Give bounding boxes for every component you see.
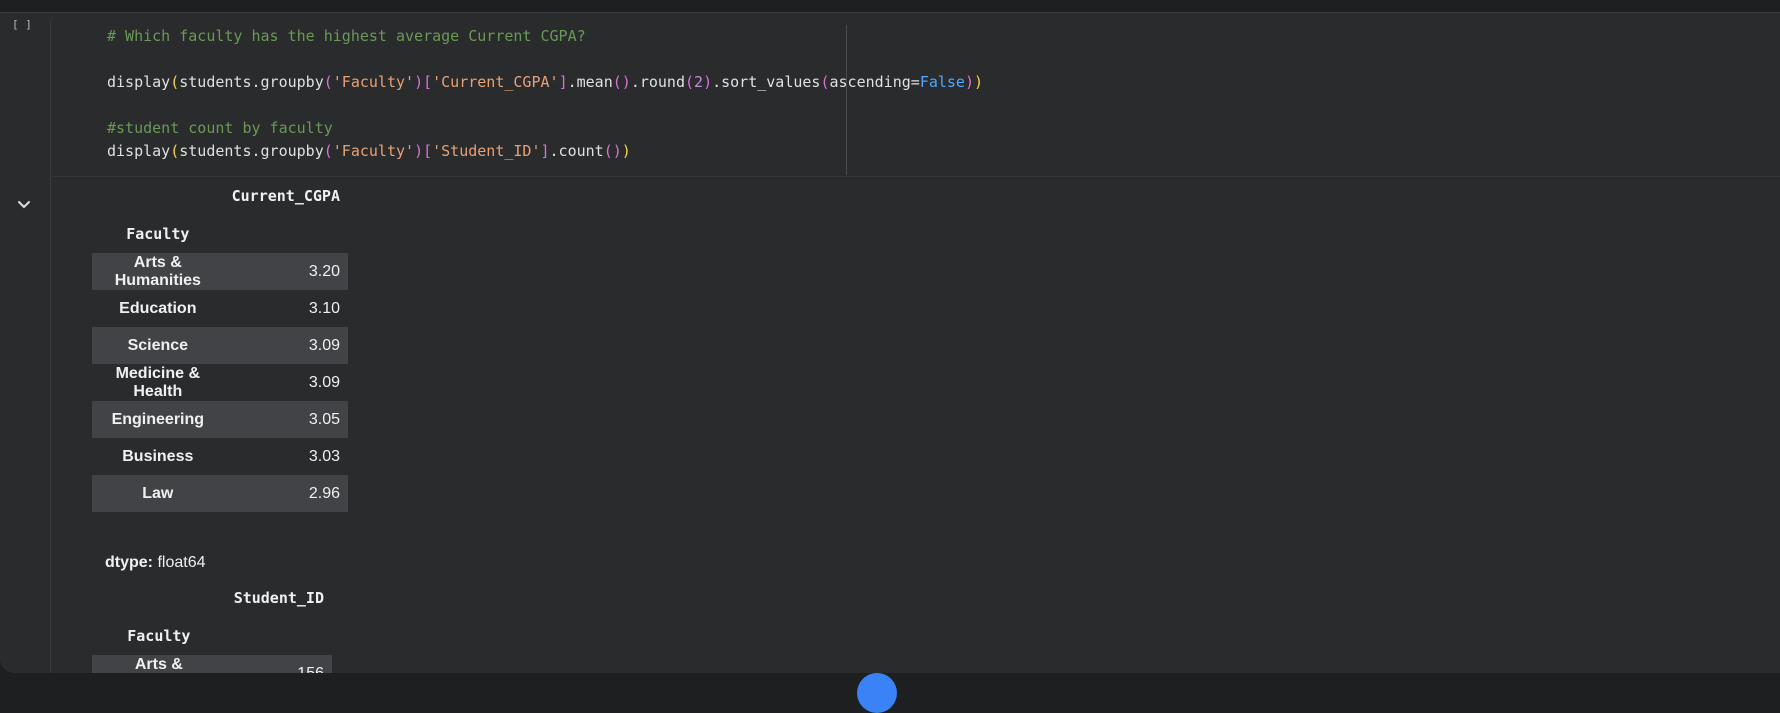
code-token: ) xyxy=(621,142,631,160)
code-token: .round xyxy=(630,73,685,91)
table-header-row: Student_ID xyxy=(92,579,332,616)
code-line-6: display(students.groupby('Faculty')['Stu… xyxy=(107,142,631,160)
code-token: ) xyxy=(964,73,974,91)
code-token: 'Student_ID' xyxy=(432,142,541,160)
code-token: ascending xyxy=(829,73,911,91)
code-token: [ xyxy=(423,73,433,91)
code-token: ) xyxy=(974,73,984,91)
code-token: = xyxy=(910,73,920,91)
index-name: Faculty xyxy=(126,224,190,243)
index-header-blank xyxy=(92,579,226,616)
code-token: 'Current_CGPA' xyxy=(432,73,559,91)
code-line-1: # Which faculty has the highest average … xyxy=(107,27,586,45)
code-token: ) xyxy=(414,73,424,91)
table-row: Engineering 3.05 xyxy=(92,401,348,438)
table-row: Education 3.10 xyxy=(92,290,348,327)
code-token: () xyxy=(612,73,631,91)
code-token: ( xyxy=(820,73,830,91)
dtype-line: dtype: float64 xyxy=(105,554,206,572)
code-token: False xyxy=(919,73,965,91)
row-value: 156 xyxy=(225,655,332,673)
code-token: display xyxy=(107,73,171,91)
column-header: Current_CGPA xyxy=(231,186,340,205)
index-header-blank xyxy=(92,177,224,214)
execution-count-indicator[interactable]: [ ] xyxy=(12,18,32,31)
index-name-row: Faculty xyxy=(92,616,332,655)
row-label: Medicine & Health xyxy=(115,364,201,400)
column-header: Student_ID xyxy=(233,588,324,607)
row-label: Business xyxy=(122,447,194,465)
code-line-5: #student count by faculty xyxy=(107,119,333,137)
table-row: Business 3.03 xyxy=(92,438,348,475)
table-row: Medicine & Health 3.09 xyxy=(92,364,348,401)
code-token: .count xyxy=(549,142,604,160)
row-value: 3.09 xyxy=(223,327,348,364)
row-value: 3.03 xyxy=(308,447,340,465)
row-value: 3.20 xyxy=(223,253,348,290)
code-text[interactable]: # Which faculty has the highest average … xyxy=(107,25,983,163)
notebook-cell[interactable]: [ ] # Which faculty has the highest aver… xyxy=(0,12,1780,673)
code-line-3: display(students.groupby('Faculty')['Cur… xyxy=(107,73,983,91)
code-token: [ xyxy=(423,142,433,160)
scroll-to-bottom-button[interactable] xyxy=(857,673,897,713)
table-body: Arts & Humanities156 xyxy=(92,655,332,673)
code-token: ( xyxy=(685,73,695,91)
code-token: 'Faculty' xyxy=(332,142,415,160)
code-token: .sort_values xyxy=(712,73,821,91)
row-label: Engineering xyxy=(92,401,224,438)
code-token: ) xyxy=(703,73,713,91)
row-label: Science xyxy=(92,327,224,364)
code-token: ] xyxy=(540,142,550,160)
code-token: ( xyxy=(170,142,180,160)
table-row: Arts & Humanities 3.20 xyxy=(92,253,348,290)
row-value: 3.09 xyxy=(308,373,340,391)
code-token: ( xyxy=(323,142,333,160)
row-label: Law xyxy=(92,475,224,512)
row-value: 3.05 xyxy=(223,401,348,438)
code-token: () xyxy=(603,142,622,160)
table-body: Arts & Humanities 3.20 Education 3.10 Scienc… xyxy=(92,253,348,512)
dtype-value: float64 xyxy=(157,554,206,571)
table-header-row: Current_CGPA xyxy=(92,177,348,214)
code-token: students.groupby xyxy=(179,73,324,91)
code-token: 'Faculty' xyxy=(332,73,415,91)
index-name-blank xyxy=(224,214,348,253)
table-row: Law 2.96 xyxy=(92,475,348,512)
cell-gutter: [ ] xyxy=(0,13,50,673)
code-token: .mean xyxy=(567,73,613,91)
row-value: 2.96 xyxy=(223,475,348,512)
cgpa-table: Current_CGPA Faculty Arts & Humanities 3.… xyxy=(92,177,348,512)
row-label: Education xyxy=(119,299,197,317)
index-name-row: Faculty xyxy=(92,214,348,253)
code-token: 2 xyxy=(694,73,704,91)
row-label: Arts & Humanities xyxy=(92,655,226,673)
code-token: students.groupby xyxy=(179,142,324,160)
code-token: ) xyxy=(414,142,424,160)
table-row: Arts & Humanities156 xyxy=(92,655,332,673)
chevron-down-icon[interactable] xyxy=(15,196,33,214)
table-row: Science 3.09 xyxy=(92,327,348,364)
index-name-blank xyxy=(226,616,332,655)
cell-output: Current_CGPA Faculty Arts & Humanities 3.… xyxy=(50,176,1780,673)
code-editor[interactable]: # Which faculty has the highest average … xyxy=(50,13,1780,175)
row-value: 3.10 xyxy=(308,299,340,317)
code-token: ( xyxy=(323,73,333,91)
dtype-label: dtype: xyxy=(105,554,153,571)
code-token: display xyxy=(107,142,171,160)
row-label: Arts & Humanities xyxy=(92,253,224,290)
index-name: Faculty xyxy=(127,626,191,645)
code-token: ] xyxy=(558,73,568,91)
code-token: ( xyxy=(170,73,180,91)
student-count-table: Student_ID Faculty Arts & Humanities156 xyxy=(92,579,332,673)
